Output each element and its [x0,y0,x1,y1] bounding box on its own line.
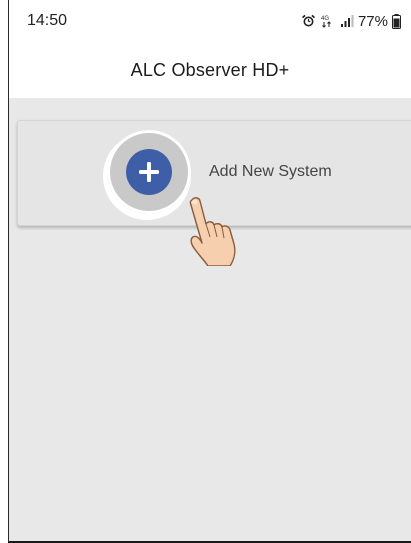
add-system-label[interactable]: Add New System [209,163,332,181]
add-system-card[interactable]: Add New System [17,120,411,267]
network-4g-icon: 4G [320,14,336,28]
phone-screen: 14:50 4G 77% ALC Observer HD+ Add New Sy… [8,0,411,543]
status-time: 14:50 [27,12,68,29]
status-bar: 14:50 4G 77% [9,0,411,42]
signal-icon [340,14,354,28]
main-content: Add New System [9,98,411,541]
battery-percent: 77% [357,12,388,30]
hand-pointer-icon [180,196,242,267]
plus-icon[interactable] [126,149,172,195]
battery-icon [392,13,401,29]
alarm-icon [301,14,316,28]
add-system-button[interactable] [107,130,191,214]
status-icons: 4G 77% [301,13,401,30]
app-title: ALC Observer HD+ [130,59,290,80]
network-label: 4G [321,16,329,22]
app-bar: ALC Observer HD+ [9,42,411,99]
